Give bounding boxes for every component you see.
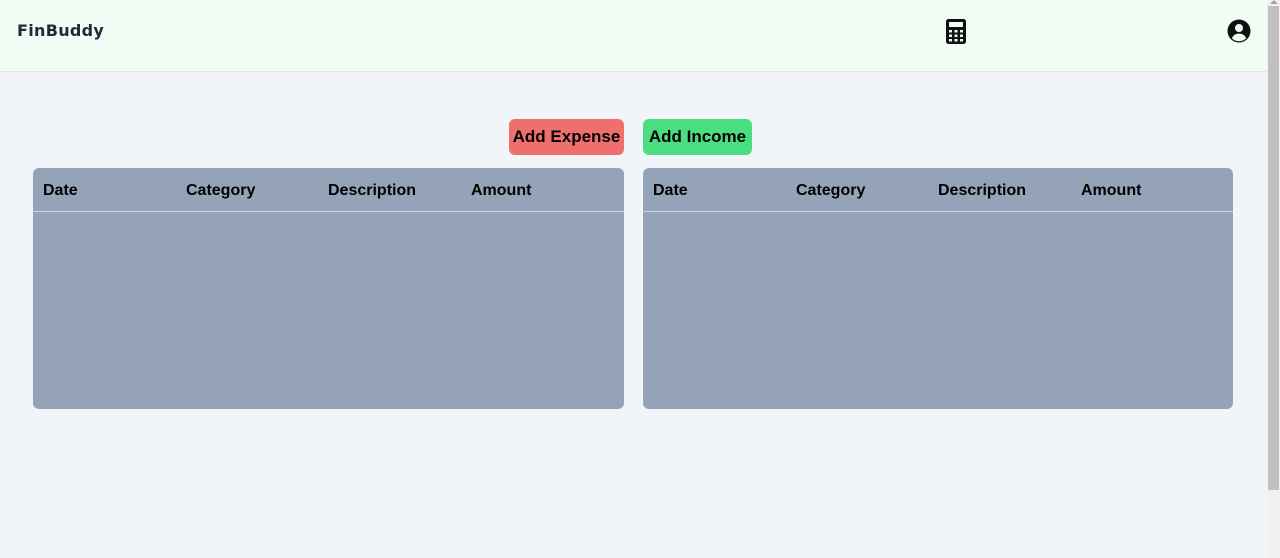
add-expense-button[interactable]: Add Expense (509, 119, 624, 155)
expense-table-header: Date Category Description Amount (33, 168, 624, 212)
expense-col-description: Description (328, 182, 417, 199)
add-income-button[interactable]: Add Income (643, 119, 752, 155)
user-circle-icon[interactable] (1227, 19, 1251, 43)
brand-logo[interactable]: FinBuddy (17, 21, 104, 40)
income-table-body (643, 212, 1233, 408)
expense-col-amount: Amount (471, 182, 532, 199)
income-col-description: Description (938, 182, 1027, 199)
expense-table-body (33, 212, 624, 408)
income-table: Date Category Description Amount (643, 168, 1233, 409)
scroll-up-arrow-icon[interactable] (1270, 0, 1278, 4)
page: FinBuddy Add Expense Add Income Date Cat… (0, 0, 1267, 558)
scrollbar-thumb[interactable] (1268, 6, 1279, 490)
income-col-date: Date (653, 182, 688, 199)
income-table-header: Date Category Description Amount (643, 168, 1233, 212)
expense-table: Date Category Description Amount (33, 168, 624, 409)
top-nav: FinBuddy (0, 0, 1267, 72)
income-col-category: Category (796, 182, 866, 199)
expense-col-date: Date (43, 182, 78, 199)
income-col-amount: Amount (1081, 182, 1142, 199)
expense-col-category: Category (186, 182, 256, 199)
calculator-icon[interactable] (945, 19, 967, 44)
